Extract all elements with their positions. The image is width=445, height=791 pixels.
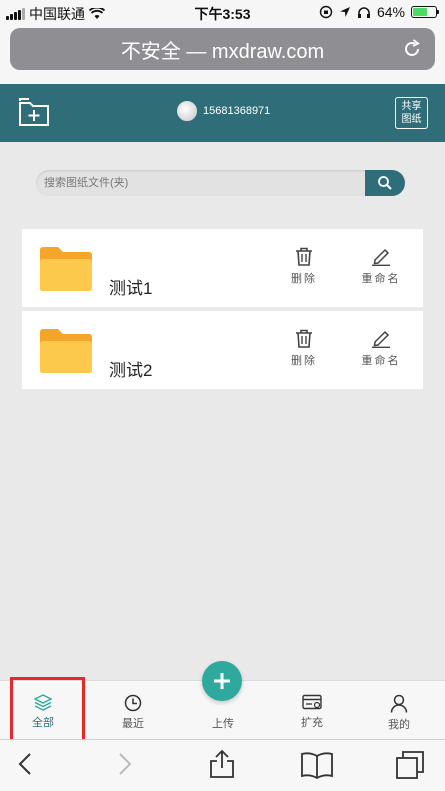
app-header: 15681368971 共享 图纸 xyxy=(0,84,445,142)
trash-icon xyxy=(296,247,312,266)
file-name: 测试1 xyxy=(109,279,153,298)
user-icon xyxy=(390,694,408,713)
tab-upload-label: 上传 xyxy=(212,718,234,730)
status-bar: 中国联通 下午3:53 64% xyxy=(0,0,445,24)
orientation-lock-icon xyxy=(319,5,333,19)
share-icon[interactable] xyxy=(209,749,235,779)
list-item[interactable]: 测试1 删除 重命名 xyxy=(22,229,423,307)
tab-recent[interactable]: 最近 xyxy=(98,681,168,740)
rename-button[interactable]: 重命名 xyxy=(351,247,411,286)
delete-button[interactable]: 删除 xyxy=(274,247,334,286)
pencil-icon xyxy=(372,330,390,348)
search-bar xyxy=(36,170,405,196)
tabs-icon[interactable] xyxy=(395,750,425,780)
tab-expand[interactable]: 扩充 xyxy=(277,681,347,740)
avatar xyxy=(177,101,197,121)
forward-icon[interactable] xyxy=(118,752,132,776)
folder-icon xyxy=(40,329,92,373)
back-icon[interactable] xyxy=(18,752,32,776)
upload-button[interactable] xyxy=(202,661,242,701)
list-item[interactable]: 测试2 删除 重命名 xyxy=(22,311,423,389)
search-icon xyxy=(378,176,392,190)
location-icon xyxy=(339,7,350,17)
battery-percent: 64% xyxy=(376,4,405,20)
browser-toolbar xyxy=(0,739,445,791)
highlight-box xyxy=(10,677,85,743)
bookmarks-icon[interactable] xyxy=(300,751,334,779)
battery-fill xyxy=(413,8,428,16)
trash-icon xyxy=(296,329,312,348)
new-folder-icon[interactable] xyxy=(18,97,50,127)
delete-label: 删除 xyxy=(291,355,317,367)
url-text: 不安全 — mxdraw.com xyxy=(120,40,325,63)
reload-icon[interactable] xyxy=(401,38,423,60)
rename-label: 重命名 xyxy=(361,355,401,367)
account-info[interactable]: 15681368971 xyxy=(177,101,270,121)
rename-button[interactable]: 重命名 xyxy=(351,329,411,368)
folder-icon xyxy=(40,247,92,291)
card-icon xyxy=(302,694,322,710)
clock-icon xyxy=(124,694,142,712)
tab-mine-label: 我的 xyxy=(388,719,410,731)
delete-label: 删除 xyxy=(291,273,317,285)
tab-mine[interactable]: 我的 xyxy=(364,681,434,740)
browser-address-bar: 不安全 — mxdraw.com xyxy=(0,24,445,84)
file-list: 测试1 删除 重命名 测试2 删除 重命名 xyxy=(22,229,423,393)
pencil-icon xyxy=(372,248,390,266)
headphones-icon xyxy=(357,6,370,18)
status-right: 64% xyxy=(319,4,439,20)
battery-icon xyxy=(411,6,439,18)
search-input[interactable] xyxy=(36,170,376,196)
tab-expand-label: 扩充 xyxy=(301,717,323,729)
share-label-line1: 共享 xyxy=(401,101,422,112)
search-button[interactable] xyxy=(365,170,405,196)
url-field[interactable]: 不安全 — mxdraw.com xyxy=(10,28,435,70)
share-label-line2: 图纸 xyxy=(401,114,422,125)
plus-icon xyxy=(214,673,230,689)
delete-button[interactable]: 删除 xyxy=(274,329,334,368)
file-name: 测试2 xyxy=(109,361,153,380)
rename-label: 重命名 xyxy=(361,273,401,285)
tab-recent-label: 最近 xyxy=(122,718,144,730)
share-drawings-button[interactable]: 共享 图纸 xyxy=(395,97,428,129)
account-phone: 15681368971 xyxy=(203,105,271,117)
